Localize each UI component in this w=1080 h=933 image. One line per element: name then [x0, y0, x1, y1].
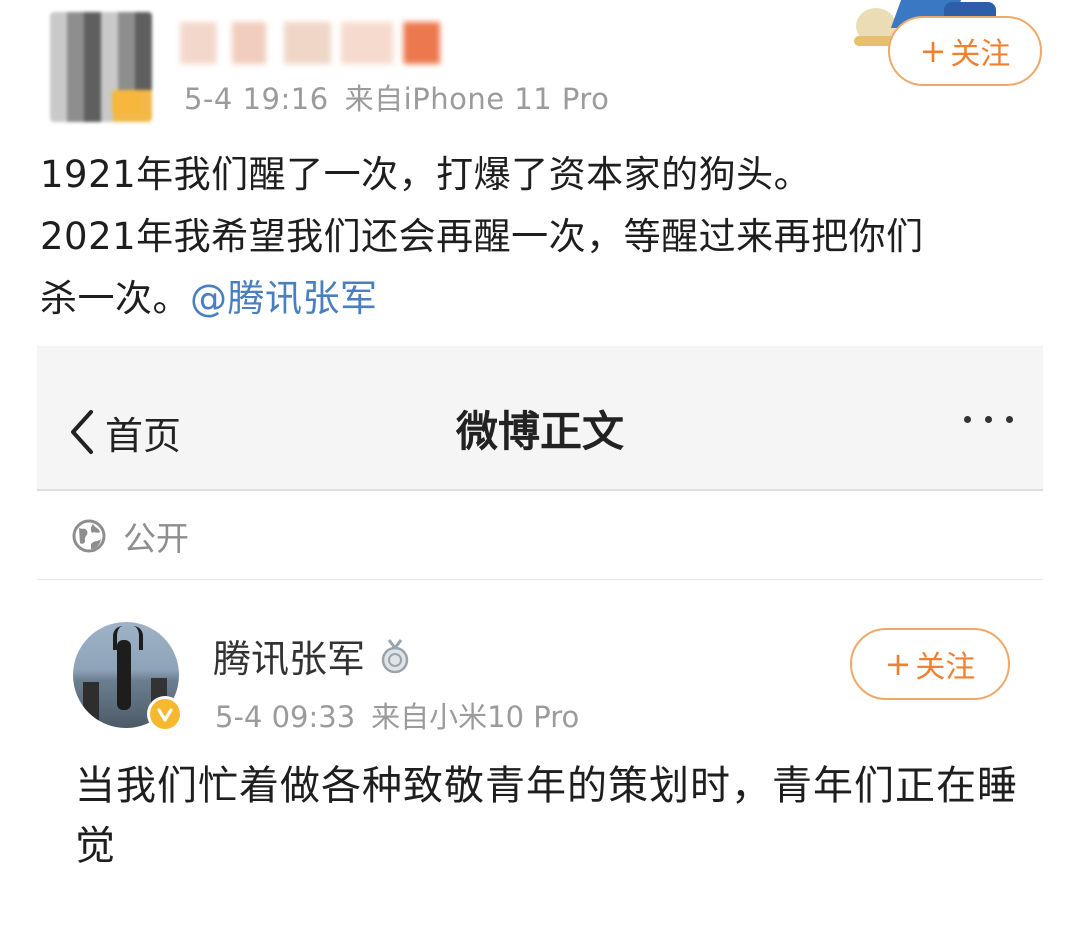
author-name-blurred[interactable] [180, 22, 440, 64]
post-text-line-3: 杀一次。 [40, 277, 190, 320]
nav-bar: 首页 微博正文 [37, 346, 1043, 491]
author-name-text: 腾讯张军 [213, 637, 366, 681]
globe-icon [72, 519, 106, 553]
follow-button[interactable]: + 关注 [850, 628, 1010, 700]
post-text-line: 1921年我们醒了一次，打爆了资本家的狗头。 [40, 153, 812, 196]
verified-v-icon [147, 696, 183, 732]
follow-label: 关注 [950, 37, 1011, 72]
chevron-left-icon [71, 410, 93, 454]
follow-label: 关注 [915, 650, 976, 685]
post-meta: 5-4 19:16 来自iPhone 11 Pro [184, 76, 609, 118]
author-avatar-blurred[interactable] [50, 12, 152, 122]
visibility-label: 公开 [123, 519, 189, 558]
post-source: 来自iPhone 11 Pro [344, 82, 610, 116]
verified-badge [112, 90, 142, 114]
visibility-indicator: 公开 [71, 514, 189, 558]
post-body: 1921年我们醒了一次，打爆了资本家的狗头。 2021年我希望我们还会再醒一次，… [40, 144, 1050, 330]
post-source: 来自小米10 Pro [371, 700, 580, 734]
embedded-screenshot: 首页 微博正文 公开 腾讯张军 5-4 09:33 来自小米10 Pro + 关… [37, 346, 1043, 933]
plus-icon: + [884, 645, 912, 683]
post-text-line: 2021年我希望我们还会再醒一次，等醒过来再把你们 [40, 215, 924, 258]
divider [37, 579, 1043, 580]
post-text-line: 杀一次。@腾讯张军 [40, 268, 1050, 330]
follow-button[interactable]: + 关注 [888, 16, 1042, 86]
medal-icon[interactable] [379, 638, 411, 674]
mention-link[interactable]: @腾讯张军 [190, 277, 378, 320]
more-dots-icon[interactable] [964, 416, 1013, 423]
page-title: 微博正文 [455, 407, 624, 456]
plus-icon: + [919, 32, 947, 70]
post-meta: 5-4 09:33 来自小米10 Pro [215, 694, 579, 736]
back-label: 首页 [105, 413, 182, 458]
post-timestamp: 5-4 19:16 [184, 82, 329, 116]
post-body: 当我们忙着做各种致敬青年的策划时，青年们正在睡觉 [75, 763, 1018, 869]
author-name[interactable]: 腾讯张军 [213, 628, 411, 683]
post-timestamp: 5-4 09:33 [215, 700, 356, 734]
back-button[interactable]: 首页 [67, 404, 181, 460]
